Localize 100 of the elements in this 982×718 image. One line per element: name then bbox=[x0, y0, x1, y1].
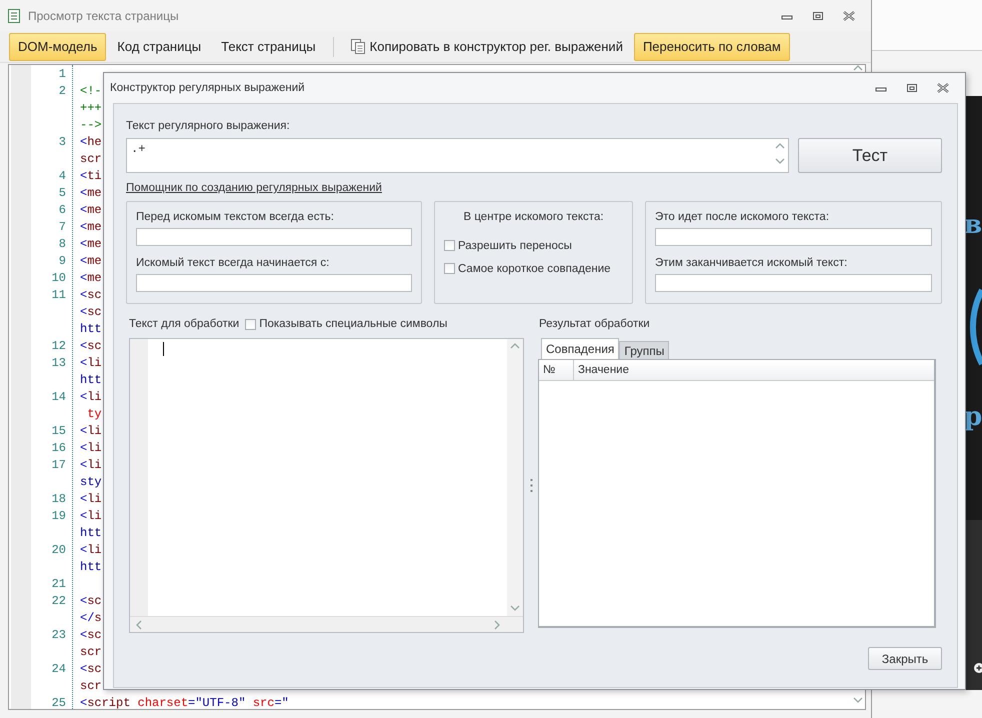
line-number: 5 bbox=[58, 186, 66, 200]
expression-field[interactable]: .+ bbox=[126, 138, 789, 173]
input-field[interactable] bbox=[655, 274, 932, 292]
field-label: Этим заканчивается искомый текст: bbox=[655, 257, 848, 269]
code-line: scr bbox=[80, 645, 102, 659]
grip-icon[interactable] bbox=[530, 479, 532, 492]
code-line: sty bbox=[80, 475, 102, 489]
code-line: scr bbox=[80, 679, 102, 693]
line-number: 8 bbox=[58, 237, 66, 251]
code-line: <li bbox=[80, 390, 102, 404]
code-line: <li bbox=[80, 492, 102, 506]
input-field[interactable] bbox=[136, 228, 412, 246]
checkbox[interactable] bbox=[444, 240, 455, 251]
line-number: 11 bbox=[50, 288, 66, 302]
toggle-button[interactable]: Переносить по словам bbox=[634, 32, 790, 60]
code-line: ty bbox=[86, 407, 102, 421]
section-label: Результат обработки bbox=[539, 318, 650, 330]
field-label: Это идет после искомого текста: bbox=[655, 211, 830, 223]
tab[interactable]: Совпадения bbox=[541, 338, 620, 359]
view-tab[interactable]: Код страницы bbox=[108, 32, 210, 60]
plus-icon[interactable] bbox=[973, 662, 982, 674]
input-field[interactable] bbox=[136, 274, 412, 292]
code-line: <ti bbox=[80, 169, 102, 183]
code-line: <me bbox=[80, 271, 102, 285]
code-line: <me bbox=[80, 254, 102, 268]
tab[interactable]: Группы bbox=[619, 341, 670, 359]
section-label: Текст для обработки bbox=[129, 318, 240, 330]
checkbox[interactable] bbox=[444, 263, 455, 274]
test-button[interactable]: Тест bbox=[798, 138, 942, 173]
maximize-icon[interactable] bbox=[812, 10, 824, 20]
line-number: 25 bbox=[50, 696, 66, 709]
input-field[interactable] bbox=[655, 228, 932, 246]
line-number: 19 bbox=[50, 509, 66, 523]
code-line: <sc bbox=[80, 305, 102, 319]
line-number: 15 bbox=[50, 424, 66, 438]
column-header: Значение bbox=[577, 363, 629, 378]
code-line: <me bbox=[80, 203, 102, 217]
line-number: 21 bbox=[50, 577, 66, 591]
window-title: Просмотр текста страницы bbox=[28, 8, 180, 22]
code-line: <li bbox=[80, 441, 102, 455]
code-line: <he bbox=[80, 135, 102, 149]
line-number: 10 bbox=[50, 271, 66, 285]
line-number: 24 bbox=[50, 662, 66, 676]
maximize-icon[interactable] bbox=[906, 82, 918, 92]
line-number: 9 bbox=[58, 254, 66, 268]
line-number: 1 bbox=[58, 67, 66, 81]
code-line: <li bbox=[80, 543, 102, 557]
line-number: 3 bbox=[58, 135, 66, 149]
code-line: htt bbox=[80, 560, 102, 574]
code-line: <sc bbox=[80, 288, 102, 302]
code-line: </s bbox=[80, 611, 102, 625]
close-icon[interactable] bbox=[937, 82, 949, 92]
line-number: 18 bbox=[50, 492, 66, 506]
heading-text: р bbox=[964, 402, 982, 432]
line-number: 7 bbox=[58, 220, 66, 234]
code-line: <li bbox=[80, 509, 102, 523]
code-line: <script charset="UTF-8" src=" bbox=[80, 696, 289, 709]
code-line: --> bbox=[80, 118, 102, 132]
line-number: 17 bbox=[50, 458, 66, 472]
helper-link[interactable]: Помощник по созданию регулярных выражений bbox=[126, 182, 382, 194]
checkbox-label: Самое короткое совпадение bbox=[458, 262, 611, 274]
checkbox-label: Показывать специальные символы bbox=[259, 318, 448, 330]
code-line: <sc bbox=[80, 594, 102, 608]
code-line: htt bbox=[80, 373, 102, 387]
code-line: <li bbox=[80, 356, 102, 370]
copy-button[interactable]: Копировать в конструктор рег. выражений bbox=[342, 32, 632, 60]
dialog-title: Конструктор регулярных выражений bbox=[110, 82, 306, 94]
code-line: htt bbox=[80, 322, 102, 336]
code-line: <me bbox=[80, 237, 102, 251]
line-number: 23 bbox=[50, 628, 66, 642]
column-header: № bbox=[539, 360, 574, 380]
checkbox[interactable] bbox=[245, 318, 256, 330]
heading-text: в bbox=[964, 210, 982, 240]
close-icon[interactable] bbox=[843, 10, 855, 20]
close-button[interactable]: Закрыть bbox=[868, 647, 942, 670]
line-number: 13 bbox=[50, 356, 66, 370]
document-icon bbox=[8, 8, 20, 22]
text-cursor bbox=[163, 342, 164, 356]
code-line: scr bbox=[80, 152, 102, 166]
group-heading: В центре искомого текста: bbox=[462, 211, 605, 223]
line-number: 20 bbox=[50, 543, 66, 557]
line-number: 14 bbox=[50, 390, 66, 404]
view-tab[interactable]: DOM-модель bbox=[9, 32, 106, 60]
text-input-area[interactable] bbox=[129, 338, 524, 633]
field-label: Текст регулярного выражения: bbox=[126, 120, 291, 132]
code-line: <sc bbox=[80, 339, 102, 353]
code-line: <sc bbox=[80, 662, 102, 676]
code-line: <me bbox=[80, 220, 102, 234]
field-label: Перед искомым текстом всегда есть: bbox=[136, 211, 335, 223]
checkbox-label: Разрешить переносы bbox=[458, 240, 572, 252]
line-number: 22 bbox=[50, 594, 66, 608]
code-line: <!- bbox=[80, 84, 102, 98]
code-line: +++ bbox=[80, 101, 102, 115]
line-number: 4 bbox=[58, 169, 66, 183]
line-number: 2 bbox=[58, 84, 66, 98]
copy-icon bbox=[350, 39, 365, 54]
scroll-up-icon[interactable] bbox=[853, 65, 863, 71]
view-tab[interactable]: Текст страницы bbox=[212, 32, 325, 60]
code-line: <li bbox=[80, 458, 102, 472]
code-line: htt bbox=[80, 526, 102, 540]
